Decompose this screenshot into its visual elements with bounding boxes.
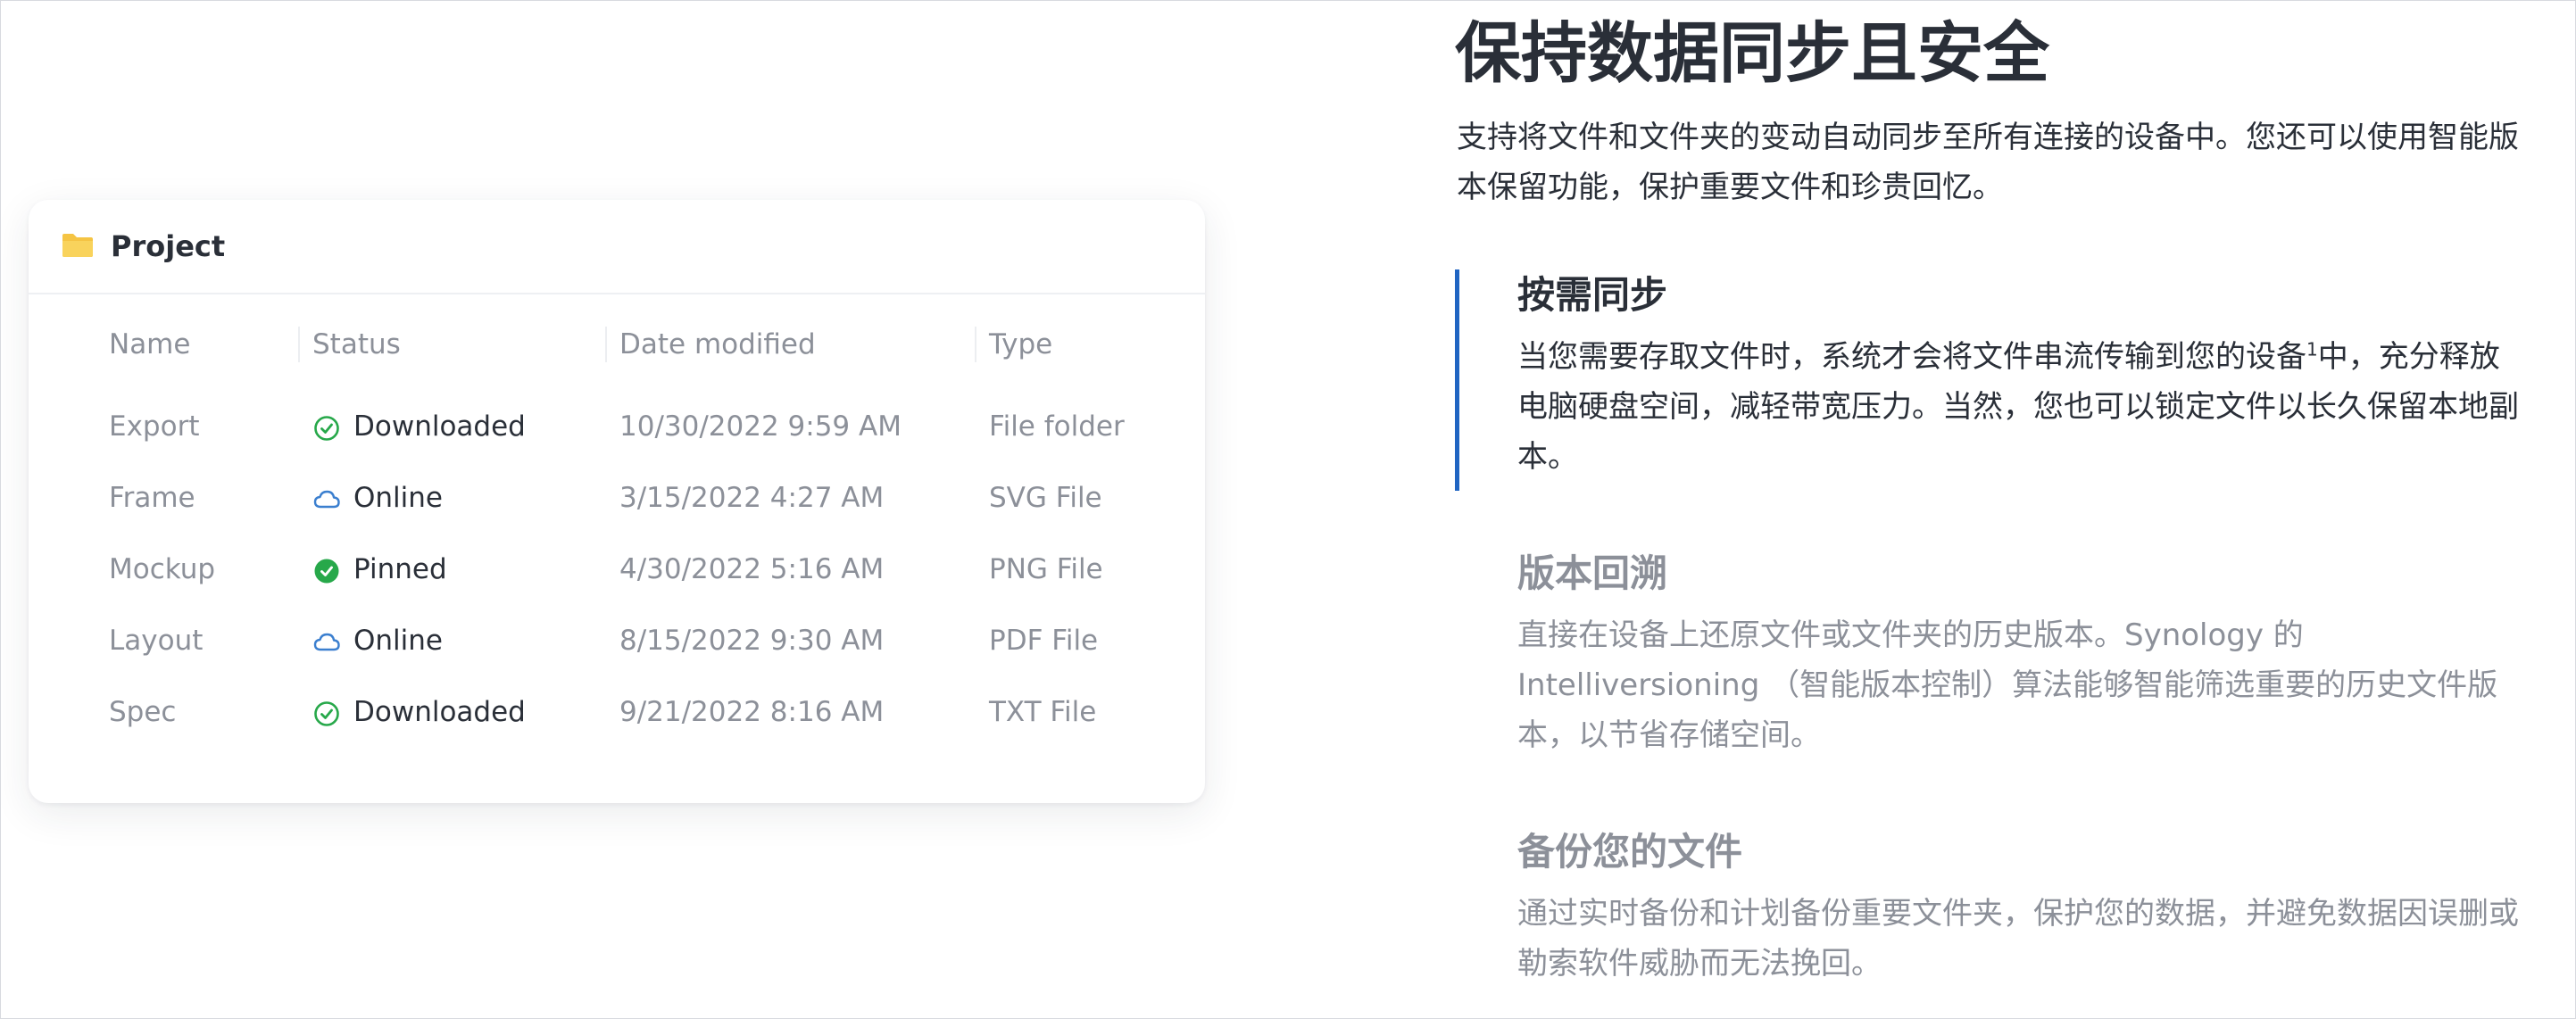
- file-name: Layout: [109, 625, 204, 657]
- column-header-date[interactable]: Date modified: [619, 325, 816, 364]
- feature-item-backup-files[interactable]: 备份您的文件 通过实时备份和计划备份重要文件夹，保护您的数据，并避免数据因误删或…: [1517, 826, 2526, 989]
- feature-item-version-rollback[interactable]: 版本回溯 直接在设备上还原文件或文件夹的历史版本。Synology 的 Inte…: [1517, 548, 2526, 760]
- date-modified: 10/30/2022 9:59 AM: [619, 410, 902, 443]
- feature-title: 版本回溯: [1517, 551, 1668, 595]
- cloud-icon: [313, 490, 340, 509]
- file-name: Export: [109, 410, 200, 443]
- section-heading: 保持数据同步且安全: [1455, 15, 2049, 92]
- feature-item-on-demand-sync[interactable]: 按需同步 当您需要存取文件时，系统才会将文件串流传输到您的设备1中，充分释放电脑…: [1517, 269, 2526, 482]
- file-type: PDF File: [989, 625, 1099, 657]
- file-type: PNG File: [989, 553, 1103, 585]
- cloud-icon: [313, 633, 340, 651]
- file-type: File folder: [989, 410, 1125, 443]
- active-feature-indicator: [1455, 269, 1459, 491]
- file-type: TXT File: [989, 696, 1097, 728]
- column-header-type[interactable]: Type: [989, 325, 1052, 364]
- page: Project Name Status Date modified Type E…: [0, 0, 2576, 1019]
- column-header-name[interactable]: Name: [109, 325, 190, 364]
- check-circle-outline-icon: [314, 701, 339, 726]
- status-label: Downloaded: [353, 696, 526, 728]
- folder-icon: [62, 234, 93, 257]
- status-label: Online: [353, 625, 443, 657]
- card-title: Project: [111, 229, 226, 263]
- status-label: Pinned: [353, 553, 447, 585]
- file-name: Frame: [109, 482, 195, 514]
- card-header: Project: [29, 200, 1205, 294]
- feature-description: 当您需要存取文件时，系统才会将文件串流传输到您的设备1中，充分释放电脑硬盘空间，…: [1517, 332, 2526, 482]
- column-divider[interactable]: [298, 327, 300, 362]
- file-type: SVG File: [989, 482, 1102, 514]
- date-modified: 8/15/2022 9:30 AM: [619, 625, 885, 657]
- table-row[interactable]: Frame Online 3/15/2022 4:27 AM SVG File: [29, 471, 1205, 525]
- status-label: Online: [353, 482, 443, 514]
- table-row[interactable]: Export Downloaded 10/30/2022 9:59 AM Fil…: [29, 400, 1205, 453]
- file-name: Mockup: [109, 553, 216, 585]
- column-divider[interactable]: [975, 327, 976, 362]
- date-modified: 9/21/2022 8:16 AM: [619, 696, 885, 728]
- column-header-status[interactable]: Status: [312, 325, 401, 364]
- section-intro: 支持将文件和文件夹的变动自动同步至所有连接的设备中。您还可以使用智能版本保留功能…: [1457, 120, 2519, 205]
- date-modified: 3/15/2022 4:27 AM: [619, 482, 885, 514]
- file-explorer-card: Project Name Status Date modified Type E…: [29, 200, 1205, 803]
- file-name: Spec: [109, 696, 177, 728]
- feature-description-text: 当您需要存取文件时，系统才会将文件串流传输到您的设备: [1517, 339, 2306, 375]
- table-row[interactable]: Mockup Pinned 4/30/2022 5:16 AM PNG File: [29, 543, 1205, 596]
- table-row[interactable]: Layout Online 8/15/2022 9:30 AM PDF File: [29, 614, 1205, 667]
- check-circle-outline-icon: [314, 416, 339, 441]
- feature-description: 通过实时备份和计划备份重要文件夹，保护您的数据，并避免数据因误删或勒索软件威胁而…: [1517, 896, 2519, 982]
- footnote-marker[interactable]: 1: [2306, 339, 2318, 360]
- feature-description: 直接在设备上还原文件或文件夹的历史版本。Synology 的 Intellive…: [1517, 617, 2498, 753]
- date-modified: 4/30/2022 5:16 AM: [619, 553, 885, 585]
- feature-title: 备份您的文件: [1517, 830, 1743, 874]
- column-divider[interactable]: [605, 327, 607, 362]
- status-label: Downloaded: [353, 410, 526, 443]
- feature-title: 按需同步: [1517, 273, 1668, 317]
- table-row[interactable]: Spec Downloaded 9/21/2022 8:16 AM TXT Fi…: [29, 685, 1205, 739]
- check-circle-filled-icon: [314, 559, 339, 584]
